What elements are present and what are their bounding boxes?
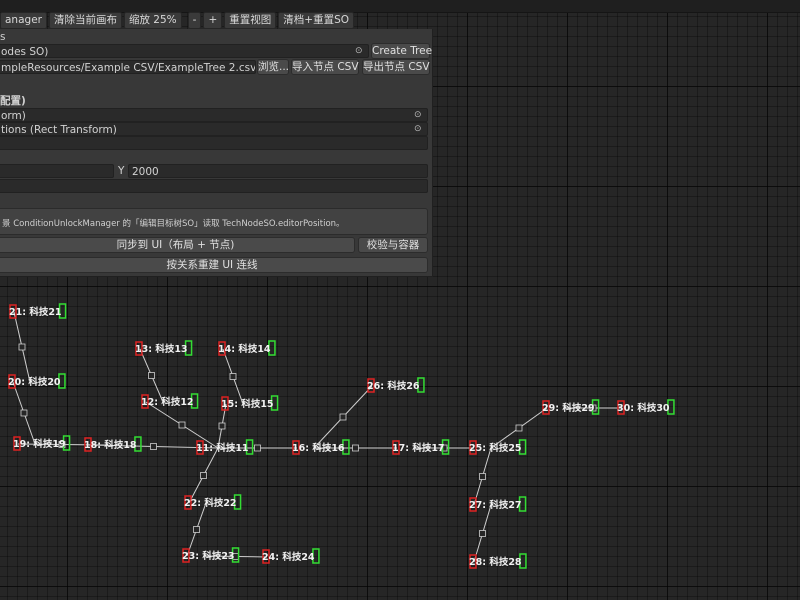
tech-node-label: 27: 科技27 [469,499,522,511]
tech-node-label: 17: 科技17 [392,442,445,454]
tech-node-label: 20: 科技20 [8,376,61,388]
tech-node[interactable]: 19: 科技19 [13,435,71,451]
tech-node-label: 25: 科技25 [469,442,522,454]
tech-node[interactable]: 28: 科技28 [469,553,527,569]
tech-node-label: 19: 科技19 [13,438,66,450]
edge-midpoint-handle[interactable] [18,343,26,351]
tech-node[interactable]: 21: 科技21 [9,303,67,319]
node-layer: 11: 科技11 12: 科技12 13: 科技13 14: 科技14 15: 科技15… [8,303,675,569]
edge-midpoint-handle[interactable] [20,409,28,417]
edge-midpoint-handle[interactable] [200,472,207,479]
edge-midpoint-handle[interactable] [218,422,226,430]
edge-midpoint-handle[interactable] [178,421,186,429]
tech-node[interactable]: 11: 科技11 [196,439,254,455]
tech-node-label: 21: 科技21 [9,306,62,318]
tech-node[interactable]: 17: 科技17 [392,439,450,455]
edge-midpoint-handle[interactable] [352,444,359,452]
tech-node[interactable]: 25: 科技25 [469,439,527,455]
edge-midpoint-handle[interactable] [479,530,486,537]
tech-node-label: 24: 科技24 [262,551,315,563]
edge-midpoint-handle[interactable] [150,443,157,450]
tech-node[interactable]: 23: 科技23 [182,547,240,563]
tech-node-label: 26: 科技26 [367,380,420,392]
edge-midpoint-handle[interactable] [254,444,261,452]
tech-node-label: 11: 科技11 [196,442,249,454]
edge-midpoint-handle[interactable] [193,526,200,533]
tech-node-label: 18: 科技18 [84,439,137,451]
tech-node[interactable]: 24: 科技24 [262,548,320,564]
tech-node-label: 22: 科技22 [184,497,237,509]
tech-node[interactable]: 16: 科技16 [292,439,350,455]
tech-node[interactable]: 14: 科技14 [218,340,276,356]
tech-node-label: 15: 科技15 [221,398,274,410]
tech-node-label: 29: 科技29 [542,402,595,414]
edge-midpoint-handle[interactable] [479,473,486,480]
tech-node[interactable]: 27: 科技27 [469,496,527,512]
tech-node[interactable]: 29: 科技29 [542,399,600,415]
edge-midpoint-handle[interactable] [339,413,347,421]
edge-midpoint-handle[interactable] [229,373,237,380]
tech-node[interactable]: 22: 科技22 [184,494,242,510]
tech-node[interactable]: 12: 科技12 [141,393,199,409]
tech-node-label: 16: 科技16 [292,442,345,454]
tech-node[interactable]: 20: 科技20 [8,373,66,389]
tech-node[interactable]: 30: 科技30 [617,399,675,415]
edge-layer [12,311,622,563]
node-graph-canvas[interactable]: 11: 科技11 12: 科技12 13: 科技13 14: 科技14 15: 科技15… [0,0,800,600]
edge-midpoint-handle[interactable] [148,372,155,379]
tech-node-label: 28: 科技28 [469,556,522,568]
tech-node-label: 13: 科技13 [135,343,188,355]
edge-midpoint-handle[interactable] [515,424,523,432]
tech-node-label: 30: 科技30 [617,402,670,414]
tech-node[interactable]: 18: 科技18 [84,436,142,452]
tech-node-label: 14: 科技14 [218,343,271,355]
tech-node-label: 23: 科技23 [182,550,235,562]
tech-node[interactable]: 13: 科技13 [135,340,193,356]
tech-node[interactable]: 15: 科技15 [221,395,279,411]
tech-node[interactable]: 26: 科技26 [367,377,425,393]
tech-node-label: 12: 科技12 [141,396,194,408]
